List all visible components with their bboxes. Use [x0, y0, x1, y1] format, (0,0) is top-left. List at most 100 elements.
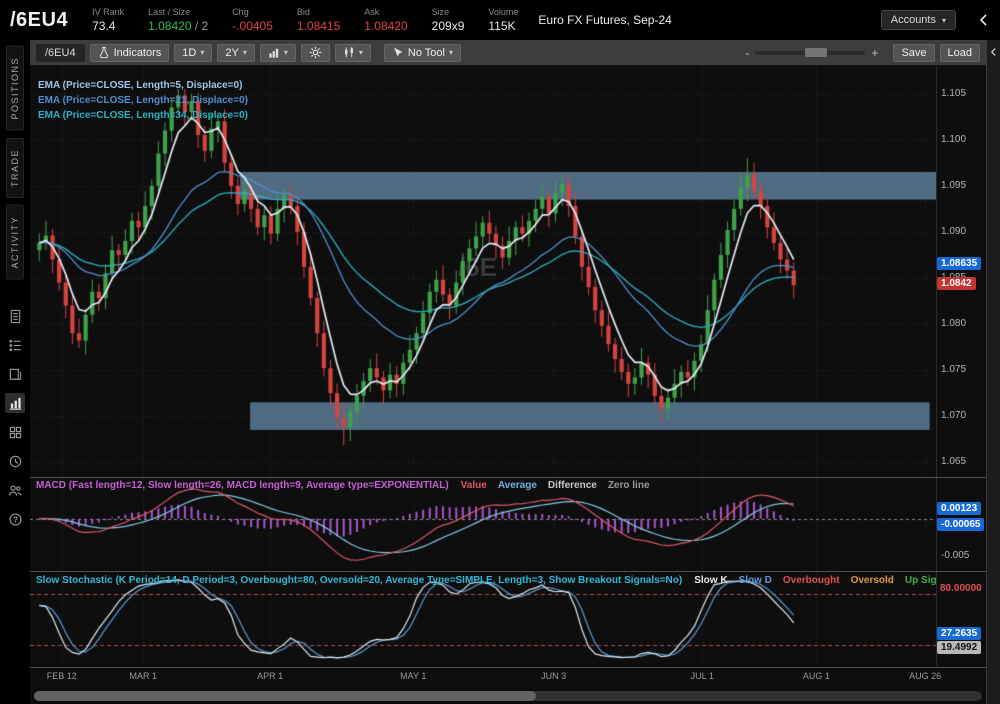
price-axis-label: 1.100: [941, 134, 966, 145]
range-value: 2Y: [225, 47, 238, 59]
header-stats: IV Rank 73.4 Last / Size1.08420 / 2 Chg-.00…: [92, 7, 518, 33]
collapse-panel-icon[interactable]: [978, 13, 990, 27]
stat-value: 115K: [488, 19, 518, 33]
grid-icon[interactable]: [5, 422, 25, 442]
price-axis-label: 1.090: [941, 226, 966, 237]
timeframe-value: 1D: [182, 47, 196, 59]
overbought-level-label: 80.00000: [940, 583, 982, 594]
header-stat: Size209x9: [432, 7, 465, 33]
price-chart-canvas[interactable]: [30, 66, 936, 476]
top-header: /6EU4 IV Rank 73.4 Last / Size1.08420 / 2 C…: [0, 0, 1000, 40]
symbol-title: /6EU4: [10, 9, 68, 32]
pattern-dropdown[interactable]: ▾: [335, 44, 371, 62]
panel-divider[interactable]: [30, 571, 986, 572]
document-icon[interactable]: [5, 306, 25, 326]
legend-item: Slow D: [739, 575, 772, 586]
legend-item: Oversold: [851, 575, 894, 586]
stat-value: 73.4: [92, 19, 124, 33]
sidebar-tabs: POSITIONS TRADE ACTIVITY: [6, 46, 24, 286]
range-dropdown[interactable]: 2Y ▾: [217, 44, 254, 62]
indicators-button[interactable]: Indicators: [90, 44, 170, 62]
stochastic-canvas[interactable]: [30, 573, 936, 666]
stochastic-legend: Slow Stochastic (K Period=14, D Period=3…: [36, 575, 936, 586]
macd-canvas[interactable]: [30, 478, 936, 571]
zoom-out-button[interactable]: -: [745, 46, 749, 60]
history-icon[interactable]: [5, 451, 25, 471]
load-button[interactable]: Load: [940, 44, 980, 62]
tool-dropdown[interactable]: No Tool ▾: [384, 44, 461, 62]
save-button[interactable]: Save: [893, 44, 934, 62]
sidebar-icons: ?: [5, 306, 25, 529]
stat-label: Volume: [488, 7, 518, 17]
time-axis[interactable]: FEB 12MAR 1APR 1MAY 1JUN 3JUL 1AUG 1AUG …: [30, 669, 986, 687]
users-icon[interactable]: [5, 480, 25, 500]
gear-icon: [309, 46, 322, 59]
flask-icon: [98, 46, 110, 59]
stat-label: IV Rank: [92, 7, 124, 17]
chart-scrollbar[interactable]: [34, 691, 982, 701]
zoom-slider-thumb[interactable]: [805, 48, 827, 57]
stat-label: Size: [432, 7, 465, 17]
price-axis[interactable]: 1.1051.1001.0951.0901.0851.0801.0751.070…: [936, 66, 986, 476]
legend-item: Value: [461, 480, 487, 491]
timeframe-dropdown[interactable]: 1D ▾: [174, 44, 212, 62]
price-badge: 1.0842: [937, 277, 976, 290]
axis-badge: 0.00123: [937, 502, 981, 515]
stochastic-axis[interactable]: 27.263519.499280.00000: [936, 573, 986, 666]
settings-button[interactable]: [301, 44, 330, 62]
scrollbar-thumb[interactable]: [34, 691, 536, 701]
sidebar-tab-positions[interactable]: POSITIONS: [6, 46, 24, 131]
left-sidebar: POSITIONS TRADE ACTIVITY: [0, 40, 30, 704]
time-axis-label: FEB 12: [47, 671, 77, 681]
app-body: POSITIONS TRADE ACTIVITY: [0, 40, 1000, 704]
accounts-label: Accounts: [891, 14, 936, 26]
time-axis-label: JUL 1: [691, 671, 714, 681]
zoom-in-button[interactable]: +: [871, 46, 878, 60]
price-panel: /6E EMA (Price=CLOSE, Length=5, Displace…: [30, 66, 936, 476]
zoom-slider[interactable]: [755, 51, 865, 55]
right-collapse-strip: [986, 40, 1000, 704]
chart-area: /6E EMA (Price=CLOSE, Length=5, Displace…: [30, 66, 986, 704]
main-column: /6EU4 Indicators 1D ▾ 2Y ▾ ▾: [30, 40, 986, 704]
stochastic-title: Slow Stochastic (K Period=14, D Period=3…: [36, 575, 682, 586]
bar-chart-icon: [268, 47, 280, 59]
stat-label: Chg: [232, 7, 273, 17]
stat-value: 1.08420 / 2: [148, 19, 208, 33]
price-badge: 1.08635: [937, 257, 981, 270]
chart-icon[interactable]: [5, 393, 25, 413]
expand-panel-icon[interactable]: [988, 46, 999, 58]
candlestick-icon: [343, 46, 355, 59]
chevron-down-icon: ▾: [243, 48, 247, 57]
accounts-button[interactable]: Accounts ▾: [881, 10, 956, 30]
price-axis-label: 1.080: [941, 318, 966, 329]
macd-axis[interactable]: -0.005 0.00123-0.00065: [936, 478, 986, 571]
chevron-down-icon: ▾: [942, 16, 946, 25]
macd-title: MACD (Fast length=12, Slow length=26, MA…: [36, 480, 449, 491]
legend-item: Zero line: [608, 480, 650, 491]
macd-axis-label: -0.005: [941, 550, 969, 561]
chevron-down-icon: ▾: [449, 48, 453, 57]
stat-value: 1.08415: [297, 19, 340, 33]
chevron-down-icon: ▾: [359, 48, 363, 57]
help-icon[interactable]: ?: [5, 509, 25, 529]
header-stat: Chg-.00405: [232, 7, 273, 33]
chart-type-dropdown[interactable]: ▾: [260, 44, 296, 62]
header-stat: Last / Size1.08420 / 2: [148, 7, 208, 33]
stochastic-panel: Slow Stochastic (K Period=14, D Period=3…: [30, 573, 936, 666]
price-axis-label: 1.070: [941, 410, 966, 421]
time-axis-label: MAR 1: [129, 671, 157, 681]
sidebar-tab-trade[interactable]: TRADE: [6, 138, 24, 198]
toolbar-symbol-tab[interactable]: /6EU4: [36, 44, 85, 62]
price-axis-label: 1.065: [941, 456, 966, 467]
panel-divider[interactable]: [30, 477, 986, 478]
indicators-label: Indicators: [114, 47, 162, 59]
stat-size-suffix: / 2: [192, 19, 209, 33]
trading-app: { "ui": { "caret_down": "▾" }, "header":…: [0, 0, 1000, 704]
pages-icon[interactable]: [5, 364, 25, 384]
list-icon[interactable]: [5, 335, 25, 355]
panel-divider: [30, 667, 986, 668]
sidebar-tab-activity[interactable]: ACTIVITY: [6, 205, 24, 280]
ema-legend-row: EMA (Price=CLOSE, Length=34, Displace=0): [38, 110, 248, 125]
axis-badge: 19.4992: [937, 641, 981, 654]
legend-item: Average: [498, 480, 537, 491]
